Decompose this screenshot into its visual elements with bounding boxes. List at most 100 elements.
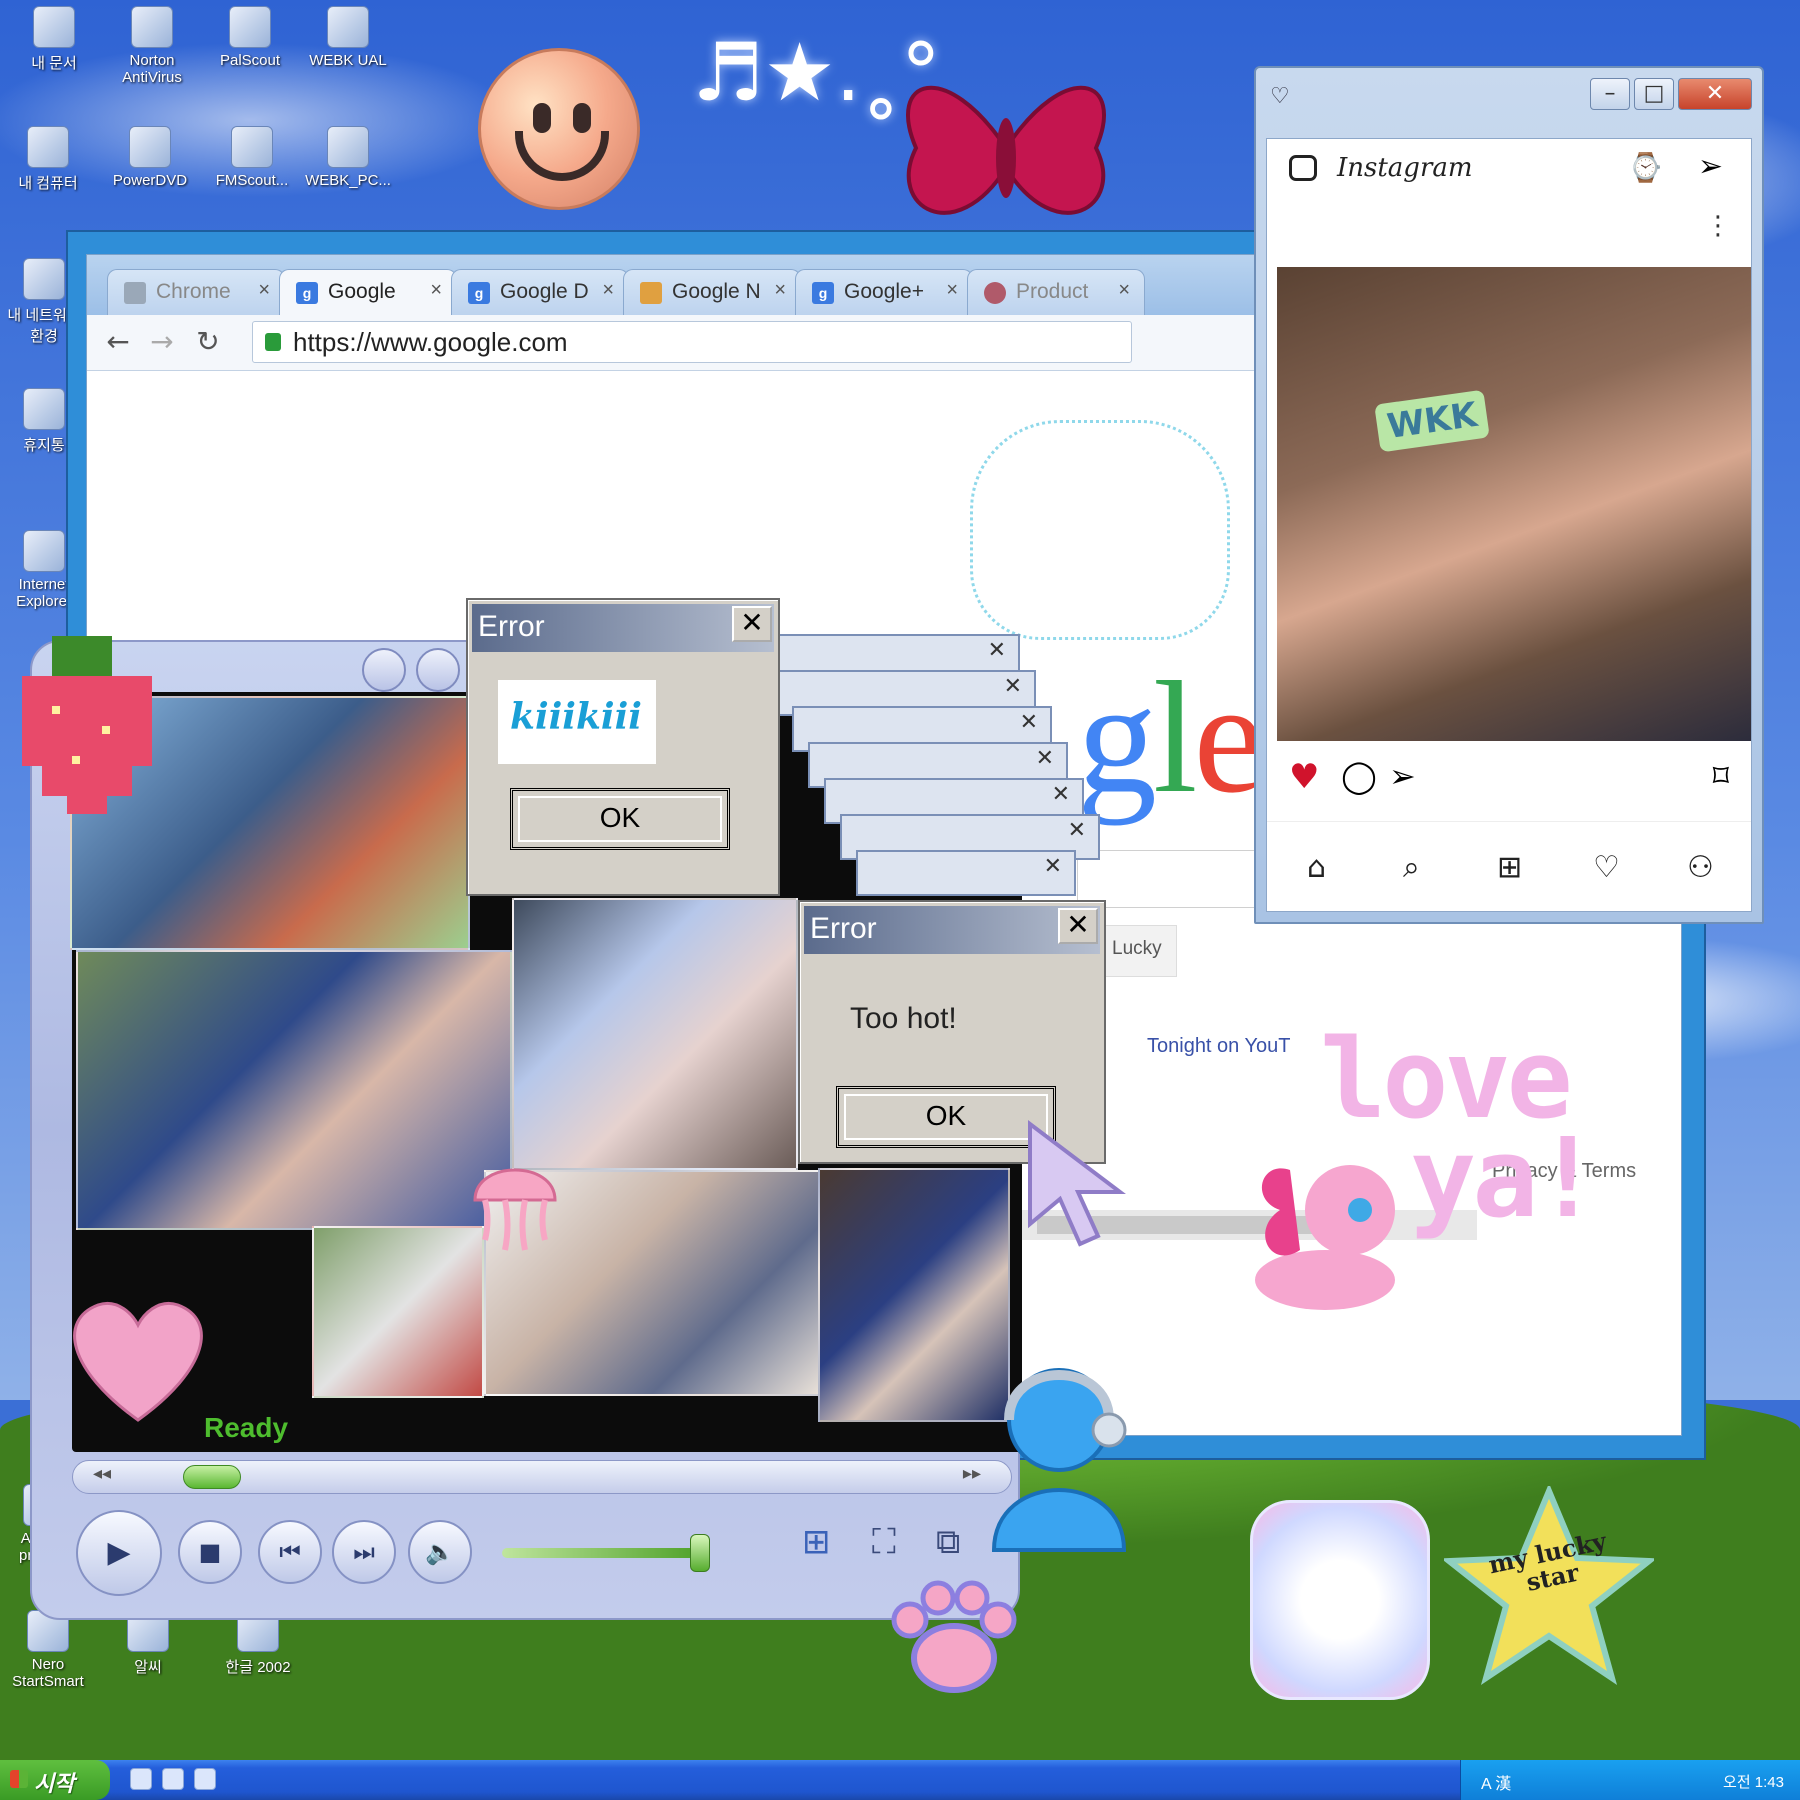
close-tab-icon[interactable]: × [946, 279, 958, 302]
instagram-title: Instagram [1337, 153, 1473, 183]
close-tab-icon[interactable]: × [1118, 279, 1130, 302]
close-icon[interactable]: ✕ [732, 606, 772, 642]
tab-google-plus[interactable]: g Google+ × [795, 269, 973, 315]
close-icon[interactable]: ✕ [988, 638, 1006, 663]
close-icon[interactable]: ✕ [1020, 710, 1038, 735]
url-field[interactable]: https://www.google.com [252, 321, 1132, 363]
close-icon[interactable]: ✕ [1044, 854, 1062, 879]
document-icon [327, 6, 369, 48]
collage-photo [818, 1168, 1010, 1422]
ok-button[interactable]: OK [510, 788, 730, 850]
forward-arrow-icon[interactable]: → [145, 325, 179, 359]
desktop-icon-label: PalScout [219, 52, 281, 69]
desktop-icon-webk-pc[interactable]: WEBK_PC... [304, 126, 392, 189]
seek-bar[interactable]: ◂◂ ▸▸ [72, 1460, 1012, 1494]
mute-button[interactable]: 🔈 [408, 1520, 472, 1584]
switch-mode-icon[interactable]: ⧉ [936, 1522, 960, 1562]
tab-product[interactable]: Product × [967, 269, 1145, 315]
google-icon: g [296, 282, 318, 304]
open-file-icon[interactable] [362, 648, 406, 692]
promo-link[interactable]: Tonight on YouT [1147, 1035, 1290, 1058]
close-icon[interactable]: ✕ [1004, 674, 1022, 699]
fast-forward-icon[interactable]: ▸▸ [963, 1463, 981, 1484]
computer-icon [27, 126, 69, 168]
jellyfish-sticker [473, 1168, 557, 1251]
desktop-icon-powerdvd[interactable]: PowerDVD [106, 126, 194, 189]
network-icon [23, 258, 65, 300]
desktop-icon-fmscout[interactable]: FMScout... [208, 126, 296, 189]
tab-google-drive[interactable]: g Google D × [451, 269, 629, 315]
camera-icon[interactable] [1289, 155, 1317, 181]
like-heart-icon[interactable]: ♥ [1289, 757, 1319, 797]
heart-icon[interactable]: ♡ [1593, 850, 1620, 885]
reload-icon[interactable]: ↻ [191, 325, 225, 359]
stop-button[interactable]: ■ [178, 1520, 242, 1584]
direct-message-icon[interactable]: ➢ [1698, 149, 1723, 184]
desktop-icon-webk[interactable]: WEBK UAL [304, 6, 392, 69]
new-post-icon[interactable]: ⊞ [1497, 850, 1522, 885]
close-tab-icon[interactable]: × [602, 279, 614, 302]
instagram-window: ♡ – □ ✕ Instagram ⌚ ➢ ⋮ WKK ♥ ◯ ➢ ⌑ ⌂ ⌕ … [1254, 66, 1764, 924]
rainbow-pony-sticker [1250, 1500, 1430, 1700]
tab-google-news[interactable]: Google N × [623, 269, 801, 315]
tab-chrome[interactable]: Chrome × [107, 269, 285, 315]
dvd-icon [129, 126, 171, 168]
search-icon[interactable]: ⌕ [1403, 850, 1420, 885]
player-top-buttons [362, 648, 460, 692]
play-button[interactable]: ▶ [76, 1510, 162, 1596]
close-icon[interactable]: ✕ [1036, 746, 1054, 771]
ie-quicklaunch-icon[interactable] [130, 1768, 152, 1790]
desktop-icon-norton[interactable]: Norton AntiVirus [108, 6, 196, 86]
close-tab-icon[interactable]: × [430, 279, 442, 302]
share-icon[interactable]: ➢ [1389, 757, 1416, 795]
desktop-icon-alsee[interactable]: 알씨 [104, 1610, 192, 1677]
system-tray: A 漢 오전 1:43 [1460, 1760, 1800, 1800]
collage-photo [312, 1226, 484, 1398]
close-icon[interactable]: ✕ [1068, 818, 1086, 843]
volume-knob[interactable] [690, 1534, 710, 1572]
maximize-icon[interactable]: □ [1634, 78, 1674, 110]
bookmark-icon[interactable]: ⌑ [1713, 757, 1729, 795]
tab-google[interactable]: g Google × [279, 269, 457, 315]
menu-icon[interactable] [416, 648, 460, 692]
back-arrow-icon[interactable]: ← [101, 325, 135, 359]
close-icon[interactable]: ✕ [1052, 782, 1070, 807]
seek-thumb[interactable] [183, 1465, 241, 1489]
antivirus-icon [131, 6, 173, 48]
volume-slider[interactable] [502, 1534, 710, 1572]
previous-button[interactable]: ⏮ [258, 1520, 322, 1584]
heart-outline-icon: ♡ [1270, 84, 1290, 109]
home-icon[interactable]: ⌂ [1307, 850, 1326, 885]
desktop-icon-my-computer[interactable]: 내 컴퓨터 [4, 126, 92, 193]
desktop-icon-hangul[interactable]: 한글 2002 [214, 1610, 302, 1677]
ime-indicator[interactable]: A 漢 [1481, 1776, 1511, 1793]
profile-icon[interactable]: ⚇ [1687, 850, 1714, 885]
lock-icon [265, 333, 281, 351]
post-image[interactable]: WKK [1277, 267, 1751, 741]
close-icon[interactable]: ✕ [1678, 78, 1752, 110]
feeling-lucky-button[interactable]: Lucky [1097, 925, 1177, 977]
desktop-icon-nero[interactable]: Nero StartSmart [4, 1610, 92, 1690]
stacked-window: ✕ [856, 850, 1076, 896]
start-button[interactable]: 시작 [0, 1760, 110, 1800]
activity-icon[interactable]: ⌚ [1628, 151, 1663, 184]
desktop-quicklaunch-icon[interactable] [194, 1768, 216, 1790]
error-dialog-title: Error [804, 906, 1100, 954]
desktop-icon-my-documents[interactable]: 내 문서 [10, 6, 98, 73]
clock: 오전 1:43 [1723, 1774, 1784, 1791]
fullscreen-icon[interactable]: ⛶ [872, 1522, 896, 1562]
comment-icon[interactable]: ◯ [1341, 757, 1377, 795]
rewind-icon[interactable]: ◂◂ [93, 1463, 111, 1484]
paw-print-sticker [891, 1580, 1017, 1693]
next-button[interactable]: ⏭ [332, 1520, 396, 1584]
pixel-cursor-icon [1028, 1119, 1126, 1247]
minimize-icon[interactable]: – [1590, 78, 1630, 110]
close-icon[interactable]: ✕ [1058, 908, 1098, 944]
close-tab-icon[interactable]: × [258, 279, 270, 302]
tab-label: Product [1016, 280, 1089, 303]
desktop-icon-palscout[interactable]: PalScout [206, 6, 294, 69]
media-quicklaunch-icon[interactable] [162, 1768, 184, 1790]
desktop-icon-label: 내 문서 [31, 55, 77, 72]
close-tab-icon[interactable]: × [774, 279, 786, 302]
more-options-icon[interactable]: ⋮ [1705, 211, 1731, 241]
